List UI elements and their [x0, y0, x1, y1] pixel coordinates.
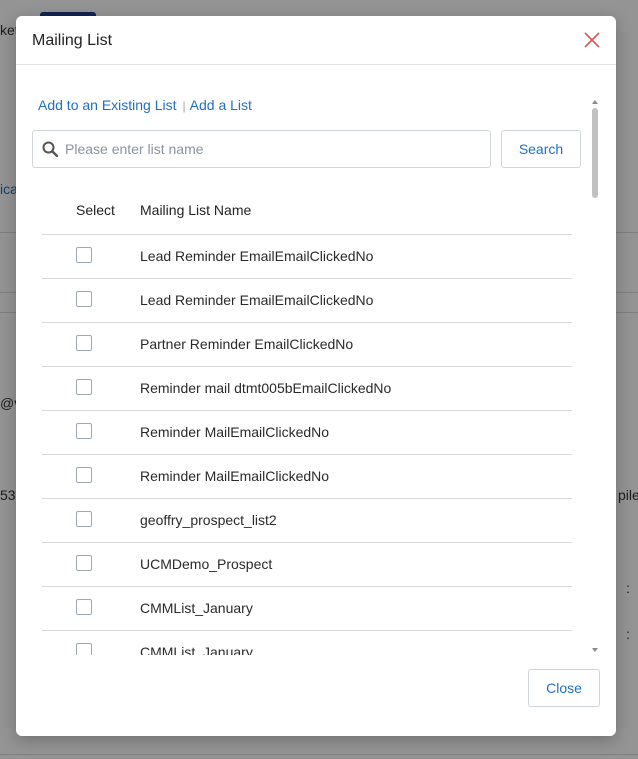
row-checkbox[interactable] [76, 467, 92, 483]
add-to-existing-list-link[interactable]: Add to an Existing List [38, 97, 177, 113]
mailing-list-name: geoffry_prospect_list2 [140, 512, 277, 528]
mailing-list-name: Lead Reminder EmailEmailClickedNo [140, 292, 374, 308]
mailing-list-name: Reminder mail dtmt005bEmailClickedNo [140, 380, 392, 396]
dialog-title: Mailing List [32, 32, 113, 49]
dialog-footer: Close [16, 656, 616, 736]
row-checkbox[interactable] [76, 247, 92, 263]
mailing-list-name: UCMDemo_Prospect [140, 556, 273, 572]
mailing-list-table: Select Mailing List Name Lead Reminder E… [32, 184, 582, 655]
mailing-list-name: CMMList_January [140, 600, 253, 616]
row-checkbox[interactable] [76, 335, 92, 351]
column-header-select: Select [76, 202, 115, 218]
mailing-list-name: Reminder MailEmailClickedNo [140, 424, 330, 440]
row-checkbox[interactable] [76, 291, 92, 307]
mailing-list-area: Select Mailing List Name Lead Reminder E… [32, 184, 582, 655]
table-rows: Lead Reminder EmailEmailClickedNo Lead R… [42, 235, 572, 655]
table-row: CMMList_January [42, 631, 572, 655]
row-checkbox[interactable] [76, 379, 92, 395]
scroll-down-arrow-icon[interactable] [592, 648, 598, 652]
search-icon [42, 141, 59, 158]
close-button[interactable]: Close [528, 669, 600, 707]
row-checkbox[interactable] [76, 423, 92, 439]
table-row: Lead Reminder EmailEmailClickedNo [42, 235, 572, 279]
row-checkbox[interactable] [76, 599, 92, 615]
row-checkbox[interactable] [76, 511, 92, 527]
search-button[interactable]: Search [501, 130, 581, 168]
mailing-list-name: CMMList_January [140, 644, 253, 655]
table-row: UCMDemo_Prospect [42, 543, 572, 587]
search-box [32, 130, 491, 168]
close-icon[interactable] [582, 30, 602, 50]
list-mode-links: Add to an Existing List | Add a List [38, 97, 252, 113]
mailing-list-name: Reminder MailEmailClickedNo [140, 468, 330, 484]
scrollbar-thumb[interactable] [592, 108, 598, 198]
table-header: Select Mailing List Name [42, 184, 572, 235]
column-header-name: Mailing List Name [140, 202, 252, 218]
table-row: geoffry_prospect_list2 [42, 499, 572, 543]
link-separator: | [182, 99, 186, 113]
row-checkbox[interactable] [76, 555, 92, 571]
add-a-list-link[interactable]: Add a List [190, 97, 252, 113]
table-row: Partner Reminder EmailClickedNo [42, 323, 572, 367]
dialog-scrollbar[interactable] [590, 98, 600, 654]
dialog-header: Mailing List [16, 16, 616, 65]
search-input[interactable] [63, 132, 487, 166]
scroll-up-arrow-icon[interactable] [592, 100, 598, 104]
row-checkbox[interactable] [76, 643, 92, 655]
table-row: Reminder MailEmailClickedNo [42, 411, 572, 455]
mailing-list-dialog: Mailing List Add to an Existing List | Add… [16, 16, 616, 736]
table-row: Lead Reminder EmailEmailClickedNo [42, 279, 572, 323]
dialog-body: Add to an Existing List | Add a List Searc… [16, 65, 616, 655]
table-row: Reminder mail dtmt005bEmailClickedNo [42, 367, 572, 411]
mailing-list-name: Partner Reminder EmailClickedNo [140, 336, 354, 352]
mailing-list-name: Lead Reminder EmailEmailClickedNo [140, 248, 374, 264]
table-row: Reminder MailEmailClickedNo [42, 455, 572, 499]
table-row: CMMList_January [42, 587, 572, 631]
